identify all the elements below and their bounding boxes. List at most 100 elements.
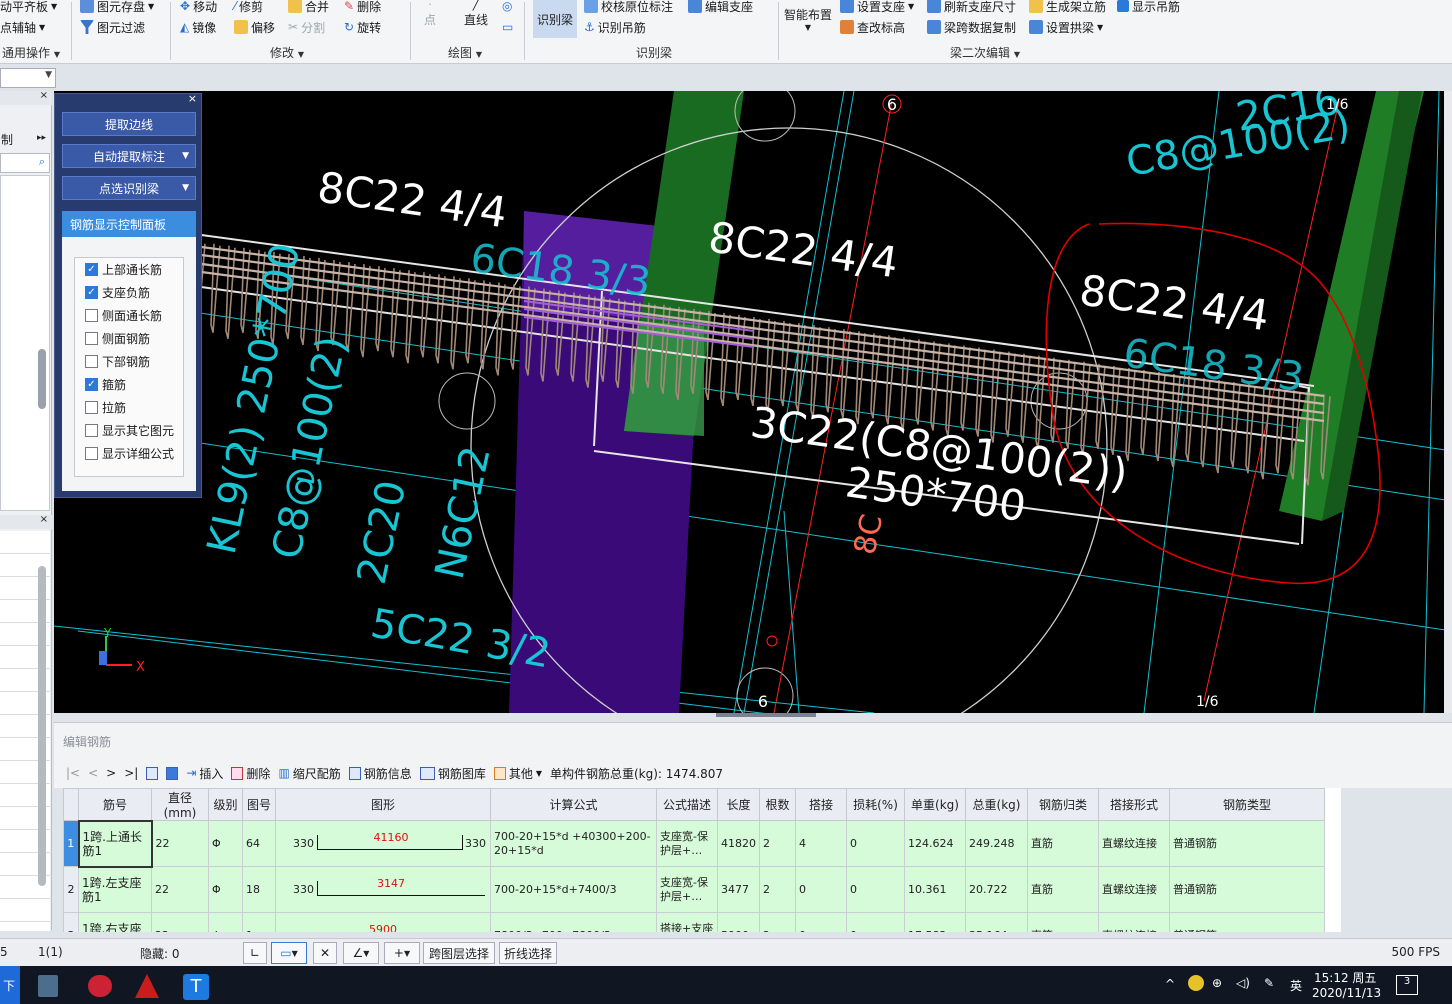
table-row[interactable]: 31跨.右支座筋122Φ1 5900 7800/3+700+7800/3搭接+支座宽… xyxy=(63,912,1325,932)
column-header[interactable]: 图号 xyxy=(242,788,276,821)
ime-indicator[interactable]: 英 xyxy=(1290,977,1302,994)
ribbon-draw-line[interactable]: ╱ 直线 xyxy=(464,0,488,28)
cell-count[interactable]: 2 xyxy=(759,820,796,867)
ortho-toggle[interactable]: ∟ xyxy=(243,942,267,964)
rebar-info-button[interactable]: 钢筋信息 xyxy=(348,765,412,782)
move-up-button[interactable] xyxy=(146,766,159,780)
cell-rebar-type[interactable]: 普通钢筋 xyxy=(1169,820,1325,867)
nav-next-button[interactable]: > xyxy=(106,766,116,780)
rebar-toggle-8[interactable]: 显示详细公式 xyxy=(75,442,183,465)
column-header[interactable]: 搭接 xyxy=(795,788,847,821)
column-header[interactable]: 搭接形式 xyxy=(1098,788,1170,821)
left-search-input[interactable]: ⌕ xyxy=(0,153,50,173)
ribbon-item-pingqi[interactable]: 动平齐板 ▼ xyxy=(0,0,57,16)
cell-count[interactable]: 2 xyxy=(759,866,796,913)
cell-rebar-type[interactable]: 普通钢筋 xyxy=(1169,912,1325,932)
cell-shape[interactable]: 330 41160 330 xyxy=(275,820,491,867)
ribbon-set-arch[interactable]: 设置拱梁 ▼ xyxy=(1029,17,1103,37)
ribbon-refresh-support[interactable]: 刷新支座尺寸 xyxy=(927,0,1016,16)
ribbon-mirror[interactable]: ◭ 镜像 xyxy=(180,17,216,37)
cell-formula[interactable]: 700-20+15*d +40300+200-20+15*d xyxy=(490,820,657,867)
cell-total-weight[interactable]: 35.164 xyxy=(965,912,1028,932)
cell-formula-desc[interactable]: 支座宽-保护层+… xyxy=(656,820,718,867)
ribbon-set-support[interactable]: 设置支座 ▼ xyxy=(840,0,914,16)
table-row[interactable]: 2 1跨.左支座筋1 22 Φ 18 330 3147 700-20+15*d+7400/3 支… xyxy=(63,866,1325,913)
angle-toggle[interactable]: ∠ ▼ xyxy=(343,942,379,964)
cell-rebar-name[interactable]: 1跨.上通长筋1 xyxy=(77,819,153,868)
left-scrollbar[interactable] xyxy=(38,349,46,409)
cell-lap[interactable]: 4 xyxy=(795,820,847,867)
cell-length[interactable]: 41820 xyxy=(717,820,760,867)
ribbon-group-draw[interactable]: 绘图 ▼ xyxy=(448,44,482,61)
nav-prev-button[interactable]: < xyxy=(88,766,98,780)
column-header[interactable]: 钢筋归类 xyxy=(1027,788,1099,821)
layer-combo[interactable]: ▼ xyxy=(0,68,56,88)
left-tree[interactable] xyxy=(0,175,50,511)
cell-grade[interactable]: Φ xyxy=(208,866,243,913)
app-icon[interactable] xyxy=(88,975,112,997)
delete-button[interactable]: 删除 xyxy=(231,765,270,782)
polyline-select-button[interactable]: 折线选择 xyxy=(499,942,557,964)
ribbon-delete[interactable]: ✎ 删除 xyxy=(344,0,381,16)
cell-grade[interactable]: Φ xyxy=(208,820,243,867)
ribbon-copy-span[interactable]: 梁跨数据复制 xyxy=(927,17,1016,37)
cell-unit-weight[interactable]: 124.624 xyxy=(904,820,966,867)
column-header[interactable]: 单重(kg) xyxy=(904,788,966,821)
ribbon-group-beam-edit[interactable]: 梁二次编辑 ▼ xyxy=(950,44,1020,61)
cell-formula-desc[interactable]: 支座宽-保护层+… xyxy=(656,866,718,913)
cell-shape[interactable]: 330 3147 xyxy=(275,866,491,913)
other-button[interactable]: 其他 ▼ xyxy=(493,765,542,782)
checkbox-icon[interactable] xyxy=(85,309,98,322)
checkbox-checked-icon[interactable]: ✓ xyxy=(85,286,98,299)
cell-category[interactable]: 直筋 xyxy=(1027,912,1099,932)
column-header[interactable]: 级别 xyxy=(208,788,243,821)
checkbox-checked-icon[interactable]: ✓ xyxy=(85,378,98,391)
cell-grade[interactable]: Φ xyxy=(208,912,243,932)
autocad-icon[interactable] xyxy=(135,974,159,998)
ribbon-filter[interactable]: 图元过滤 xyxy=(80,17,145,37)
ribbon-offset[interactable]: 偏移 xyxy=(234,17,275,37)
cell-unit-weight[interactable]: 17.582 xyxy=(904,912,966,932)
close-icon[interactable]: × xyxy=(40,514,48,525)
snap-toggle[interactable]: ▭ ▼ xyxy=(271,942,307,964)
ribbon-draw-point[interactable]: · 点 xyxy=(424,0,436,28)
cell-loss[interactable]: 0 xyxy=(846,912,905,932)
close-icon[interactable]: × xyxy=(40,90,48,101)
ribbon-identify-hanger[interactable]: ⚓ 识别吊筋 xyxy=(584,17,646,37)
splitter-handle[interactable] xyxy=(716,713,816,717)
rebar-toggle-4[interactable]: 下部钢筋 xyxy=(75,350,183,373)
column-header[interactable]: 计算公式 xyxy=(490,788,657,821)
viewport-canvas[interactable]: 8C22 4/4 8C22 4/4 8C22 4/4 3C22(C8@100(2… xyxy=(54,91,1452,713)
row-number[interactable]: 1 xyxy=(63,820,79,867)
cross-toggle[interactable]: ✕ xyxy=(313,942,337,964)
cad-viewport[interactable]: 8C22 4/4 8C22 4/4 8C22 4/4 3C22(C8@100(2… xyxy=(54,91,1452,713)
cell-unit-weight[interactable]: 10.361 xyxy=(904,866,966,913)
nav-last-button[interactable]: >| xyxy=(124,766,138,780)
insert-button[interactable]: ⇥ 插入 xyxy=(186,765,223,782)
cell-diameter[interactable]: 22 xyxy=(151,912,209,932)
column-header[interactable]: 根数 xyxy=(759,788,796,821)
pick-beam-button[interactable]: 点选识别梁 ▼ xyxy=(62,176,196,200)
checkbox-icon[interactable] xyxy=(85,332,98,345)
start-button[interactable]: 下 xyxy=(0,966,20,1004)
cell-length[interactable]: 5900 xyxy=(717,912,760,932)
calculator-icon[interactable] xyxy=(38,975,58,997)
scale-rebar-button[interactable]: ▥ 缩尺配筋 xyxy=(278,765,340,782)
rebar-toggle-7[interactable]: 显示其它图元 xyxy=(75,419,183,442)
cell-loss[interactable]: 0 xyxy=(846,820,905,867)
checkbox-icon[interactable] xyxy=(85,401,98,414)
ribbon-identify-beam[interactable]: 识别梁 xyxy=(533,0,577,38)
cell-formula-desc[interactable]: 搭接+支座宽+… xyxy=(656,912,718,932)
rebar-toggle-1[interactable]: ✓ 支座负筋 xyxy=(75,281,183,304)
ribbon-check-annotation[interactable]: 校核原位标注 xyxy=(584,0,673,16)
notification-icon[interactable]: 3 xyxy=(1396,975,1418,995)
cell-rebar-name[interactable]: 1跨.右支座筋1 xyxy=(78,912,152,932)
rebar-toggle-0[interactable]: ✓ 上部通长筋 xyxy=(75,258,183,281)
rebar-toggle-3[interactable]: 侧面钢筋 xyxy=(75,327,183,350)
column-header[interactable]: 总重(kg) xyxy=(965,788,1028,821)
ribbon-check-elevation[interactable]: 查改标高 xyxy=(840,17,905,37)
row-number[interactable]: 2 xyxy=(63,866,79,913)
glodon-icon[interactable]: T xyxy=(183,974,209,1000)
ribbon-move[interactable]: ✥ 移动 xyxy=(180,0,217,16)
checkbox-icon[interactable] xyxy=(85,355,98,368)
